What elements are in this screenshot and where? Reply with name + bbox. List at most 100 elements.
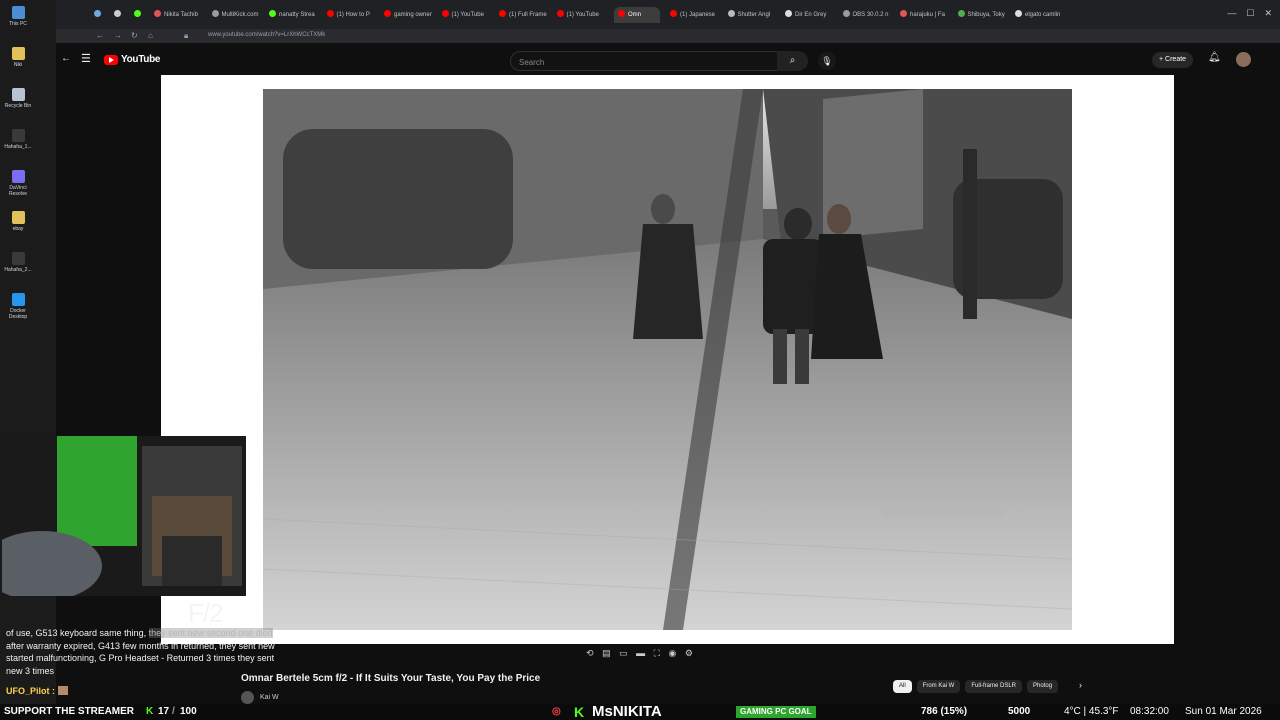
kick-logo-icon: K — [574, 704, 585, 720]
desktop-icon[interactable]: Docker Desktop — [4, 293, 32, 320]
goal-progress: 786 (15%) — [921, 706, 968, 717]
desktop-icon-label: Hahaha_1... — [4, 144, 32, 150]
filter-chip[interactable]: All — [893, 680, 912, 693]
fullscreen-icon[interactable]: ⛶ — [654, 648, 660, 658]
browser-tab[interactable]: gaming owner — [384, 7, 434, 23]
tab-favicon-icon — [94, 10, 101, 17]
chevron-right-icon[interactable]: › — [1079, 680, 1082, 690]
filter-chip[interactable]: From Kai W — [916, 680, 961, 693]
desktop-icon[interactable]: DaVinci Resolve — [4, 170, 32, 197]
tab-label: (1) How to P — [336, 12, 370, 18]
logo-text: YouTube — [121, 54, 161, 65]
create-button[interactable]: + Create — [1152, 52, 1194, 68]
divider: / — [172, 706, 175, 717]
desktop-icon[interactable]: ebay — [4, 211, 32, 232]
tab-favicon-icon — [842, 10, 850, 17]
screenshot-icon[interactable]: ◉ — [668, 648, 676, 658]
chat-text: new 3 times — [6, 665, 55, 676]
chat-line: after warranty expired, G413 few months … — [6, 640, 308, 653]
desktop-icon-label: This PC — [9, 21, 27, 27]
youtube-logo[interactable]: YouTube — [104, 54, 161, 65]
browser-tab[interactable]: OBS 30.0.2 n — [842, 7, 893, 23]
browser-tab[interactable]: nanatty Strea — [269, 7, 319, 23]
tab-favicon-icon — [326, 10, 334, 17]
tab-favicon-icon — [211, 10, 219, 17]
tab-favicon-icon — [441, 10, 449, 17]
back-arrow-icon[interactable]: ← — [61, 53, 71, 64]
desktop-icon[interactable]: Niki — [4, 47, 32, 68]
browser-tab[interactable]: MultiKick.com — [211, 7, 262, 23]
desktop-icon-label: Niki — [13, 62, 23, 68]
search-icon[interactable]: ⌕ — [777, 51, 808, 71]
tab-label: (1) YouTube — [566, 12, 599, 18]
browser-tab[interactable]: elgato camlin — [1015, 7, 1065, 23]
menu-icon[interactable]: ☰ — [81, 52, 91, 65]
tab-favicon-icon — [670, 10, 677, 17]
browser-tab[interactable]: (1) Full Frame — [499, 7, 549, 23]
lock-icon: 🔒︎ — [184, 31, 189, 40]
browser-tab[interactable]: Dir En Grey — [785, 7, 835, 23]
channel-name[interactable]: Kai W — [260, 694, 279, 701]
related-filter-chips: All From Kai W Full-frame DSLR Photog — [893, 680, 1059, 693]
desktop-app-icon — [11, 47, 25, 60]
home-icon[interactable]: ⌂ — [148, 31, 153, 40]
browser-tab[interactable]: Nikita Tachib — [154, 7, 204, 23]
url-field[interactable]: www.youtube.com/watch?v=LrXhWCcTXMk — [208, 32, 325, 38]
create-label: Create — [1165, 56, 1187, 63]
tab-label: Shibuya, Toky — [967, 12, 1005, 18]
tab-label: harajuku | Fa — [910, 12, 945, 18]
desktop-icon[interactable]: Hahaha_1... — [4, 129, 32, 150]
back-icon[interactable]: ← — [96, 31, 104, 40]
desktop-app-icon — [11, 129, 25, 142]
streamer-name: MsNIKITA — [592, 703, 662, 720]
browser-tab[interactable] — [114, 7, 124, 23]
browser-tab[interactable]: (1) YouTube — [556, 7, 607, 23]
desktop-icon[interactable]: This PC — [4, 6, 32, 27]
desktop-icon-label: Docker Desktop — [8, 308, 28, 320]
browser-tab[interactable]: Omn — [614, 7, 660, 23]
desktop-icon-label: Recycle Bin — [4, 103, 32, 109]
tab-label: (1) YouTube — [451, 12, 484, 18]
search-box[interactable] — [510, 51, 778, 71]
browser-tab[interactable]: (1) YouTube — [441, 7, 492, 23]
minimize-icon[interactable]: — — [1227, 8, 1236, 18]
browser-tab[interactable]: Shibuya, Toky — [957, 7, 1008, 23]
filter-chip[interactable]: Full-frame DSLR — [965, 680, 1023, 693]
desktop-icon-label: ebay — [12, 226, 24, 232]
browser-tab[interactable] — [94, 7, 104, 23]
desktop-icon[interactable]: Recycle Bin — [4, 88, 32, 109]
desktop-app-icon — [11, 293, 25, 306]
theater-icon[interactable]: ▬ — [636, 648, 645, 658]
browser-tab[interactable]: (1) Japanese — [670, 7, 720, 23]
settings-gear-icon[interactable]: ⚙ — [685, 648, 693, 658]
account-avatar[interactable] — [1236, 52, 1251, 67]
tab-label: Dir En Grey — [795, 12, 827, 18]
desktop-icon[interactable]: Hahaha_2... — [4, 252, 32, 273]
f-stop-label: F/2 — [188, 598, 224, 628]
notifications-bell-icon[interactable]: 🔔︎ — [1208, 52, 1221, 63]
filter-chip[interactable]: Photog — [1027, 680, 1059, 693]
miniplayer-icon[interactable]: ▭ — [619, 648, 628, 658]
forward-icon[interactable]: → — [114, 31, 122, 40]
microphone-icon[interactable]: 🎙︎ — [818, 52, 836, 70]
youtube-play-icon — [104, 54, 118, 65]
webcam-overlay — [2, 436, 246, 596]
tab-label: Shutter Angl — [737, 12, 771, 18]
maximize-icon[interactable]: ☐ — [1246, 8, 1254, 18]
browser-tab[interactable]: Shutter Angl — [727, 7, 778, 23]
browser-tab[interactable]: (1) How to P — [326, 7, 377, 23]
tab-favicon-icon — [785, 10, 792, 17]
close-icon[interactable]: ✕ — [1264, 8, 1272, 18]
tab-favicon-icon — [114, 10, 121, 17]
tab-favicon-icon — [727, 10, 735, 17]
browser-tab-bar: Nikita Tachib MultiKick.com nanatty Strea (… — [56, 0, 1280, 29]
search-input[interactable] — [511, 54, 767, 71]
channel-avatar[interactable] — [241, 690, 254, 704]
browser-tab[interactable] — [134, 7, 144, 23]
chat-text: of use, G513 keyboard same thing, — [6, 628, 149, 638]
browser-tab[interactable]: harajuku | Fa — [900, 7, 950, 23]
window-controls[interactable]: — ☐ ✕ — [1227, 8, 1272, 19]
captions-icon[interactable]: ▤ — [602, 648, 611, 658]
reload-icon[interactable]: ↻ — [131, 31, 138, 40]
loop-icon[interactable]: ⟲ — [586, 648, 594, 658]
